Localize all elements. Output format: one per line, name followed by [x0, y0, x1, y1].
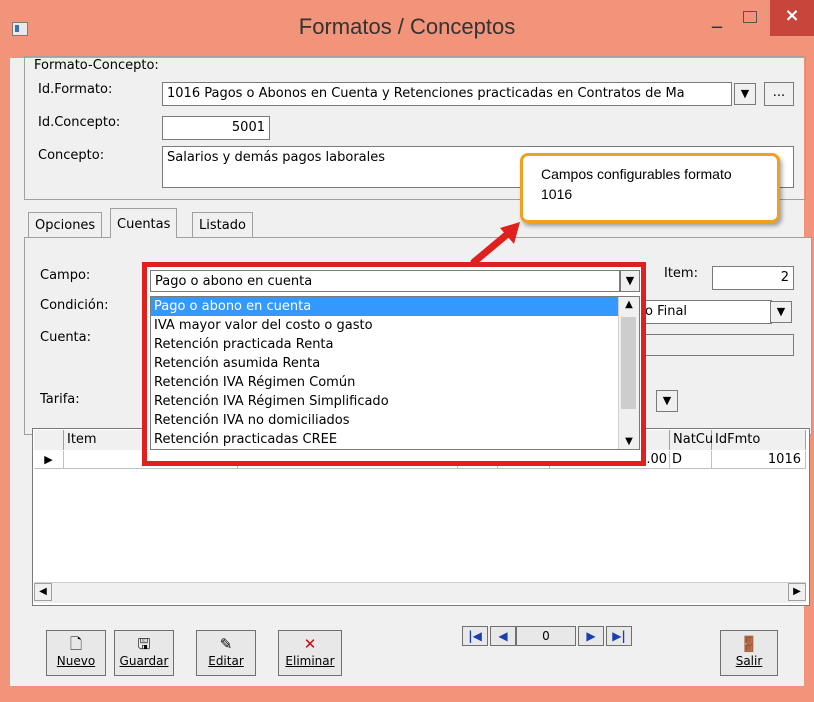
scroll-up-icon[interactable]: ▲ — [619, 299, 639, 310]
id-concepto-input[interactable]: 5001 — [162, 116, 270, 140]
editar-button[interactable]: ✎ Editar — [196, 630, 256, 676]
condicion-dropdown-icon[interactable]: ▼ — [770, 301, 792, 323]
eliminar-label: Eliminar — [285, 654, 335, 668]
nav-last-icon[interactable]: ▶| — [606, 626, 632, 646]
callout-arrow-icon — [470, 222, 520, 266]
scroll-left-icon[interactable]: ◀ — [34, 583, 52, 601]
scroll-thumb[interactable] — [621, 317, 636, 409]
tarifa-label: Tarifa: — [40, 392, 80, 407]
campo-label: Campo: — [40, 268, 91, 283]
maximize-button[interactable] — [732, 0, 768, 36]
campo-option[interactable]: Retención practicada Renta — [151, 335, 639, 354]
exit-door-icon: 🚪 — [739, 635, 759, 653]
grid-horizontal-scrollbar[interactable]: ◀ ▶ — [34, 582, 806, 603]
campo-option[interactable]: Retención IVA Régimen Simplificado — [151, 392, 639, 411]
row-indicator-icon: ▶ — [34, 451, 64, 469]
cuenta-desc-field — [640, 334, 794, 356]
id-formato-lookup-button[interactable]: ... — [764, 82, 794, 106]
eliminar-button[interactable]: ✕ Eliminar — [278, 630, 342, 676]
campo-option[interactable]: Retención practicadas CREE — [151, 430, 639, 449]
condicion-label: Condición: — [40, 298, 109, 313]
title-bar[interactable]: Formatos / Conceptos _ × — [0, 0, 814, 58]
maximize-icon — [743, 11, 757, 23]
grid-cell-idfmto[interactable]: 1016 — [712, 451, 806, 469]
campo-option[interactable]: IVA mayor valor del costo o gasto — [151, 316, 639, 335]
campo-option[interactable]: Retención IVA Régimen Común — [151, 373, 639, 392]
cuenta-label: Cuenta: — [40, 330, 91, 345]
callout-note: Campos configurables formato 1016 — [520, 153, 780, 223]
group-legend: Formato-Concepto: — [32, 58, 161, 73]
grid-header-idfmto[interactable]: IdFmto — [712, 430, 806, 450]
campo-dropdown-icon[interactable]: ▼ — [620, 270, 640, 292]
concepto-label: Concepto: — [38, 148, 105, 163]
nuevo-label: Nuevo — [56, 654, 96, 668]
item-label: Item: — [664, 266, 698, 281]
edit-icon: ✎ — [219, 635, 233, 653]
item-input[interactable]: 2 — [712, 266, 794, 290]
new-document-icon: 🗋 — [69, 635, 83, 653]
tab-cuentas[interactable]: Cuentas — [110, 208, 178, 238]
nuevo-button[interactable]: 🗋 Nuevo — [46, 630, 106, 676]
guardar-label: Guardar — [119, 654, 169, 668]
dropdown-scrollbar[interactable]: ▲ ▼ — [618, 297, 639, 449]
salir-button[interactable]: 🚪 Salir — [720, 630, 778, 676]
id-formato-select[interactable]: 1016 Pagos o Abonos en Cuenta y Retencio… — [162, 82, 732, 106]
grid-header-indicator — [34, 430, 64, 450]
campo-option[interactable]: Retención asumida Renta — [151, 354, 639, 373]
tab-listado[interactable]: Listado — [192, 212, 253, 238]
id-concepto-label: Id.Concepto: — [38, 115, 121, 130]
scroll-right-icon[interactable]: ▶ — [788, 583, 806, 601]
close-button[interactable]: × — [770, 0, 814, 36]
tab-opciones[interactable]: Opciones — [28, 212, 103, 238]
guardar-button[interactable]: 🖫 Guardar — [114, 630, 174, 676]
scroll-down-icon[interactable]: ▼ — [619, 436, 639, 447]
save-disk-icon: 🖫 — [137, 635, 151, 653]
campo-select[interactable]: Pago o abono en cuenta — [150, 270, 620, 292]
id-formato-dropdown-icon[interactable]: ▼ — [734, 83, 756, 105]
window-title: Formatos / Conceptos — [298, 14, 516, 39]
tarifa-dropdown-icon[interactable]: ▼ — [656, 390, 678, 412]
nav-position: 0 — [516, 626, 576, 646]
delete-x-icon: ✕ — [303, 635, 317, 653]
id-formato-label: Id.Formato: — [38, 82, 113, 97]
nav-first-icon[interactable]: |◀ — [462, 626, 488, 646]
salir-label: Salir — [735, 654, 763, 668]
nav-prev-icon[interactable]: ◀ — [490, 626, 516, 646]
condicion-select[interactable]: o Final — [640, 300, 772, 324]
grid-cell-natcu[interactable]: D — [670, 451, 712, 469]
campo-option[interactable]: Retención IVA no domiciliados — [151, 411, 639, 430]
editar-label: Editar — [208, 654, 244, 668]
campo-option[interactable]: Pago o abono en cuenta — [151, 297, 639, 316]
campo-dropdown-list[interactable]: Pago o abono en cuenta IVA mayor valor d… — [150, 296, 640, 450]
grid-header-natcu[interactable]: NatCu — [670, 430, 713, 450]
minimize-button[interactable]: _ — [702, 0, 732, 36]
grid-header-item[interactable]: Item — [64, 430, 150, 450]
nav-next-icon[interactable]: ▶ — [578, 626, 604, 646]
